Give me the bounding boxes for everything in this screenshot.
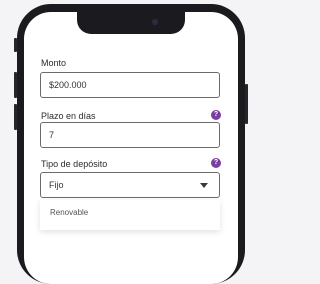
deposit-type-dropdown: Renovable — [40, 200, 220, 230]
term-value: 7 — [49, 130, 55, 140]
deposit-type-selected: Fijo — [49, 180, 64, 190]
term-label: Plazo en días — [41, 111, 96, 121]
phone-screen: Monto $200.000 Plazo en días ? 7 Tipo de… — [24, 12, 238, 284]
dropdown-option-renovable[interactable]: Renovable — [50, 200, 88, 226]
phone-power-button — [245, 84, 248, 124]
amount-value: $200.000 — [49, 80, 87, 90]
deposit-type-select[interactable]: Fijo — [40, 172, 220, 198]
phone-notch — [77, 12, 185, 34]
amount-label: Monto — [41, 58, 67, 68]
term-input[interactable]: 7 — [40, 122, 220, 148]
amount-input[interactable]: $200.000 — [40, 72, 220, 98]
camera-icon — [152, 19, 158, 25]
deposit-type-help-icon[interactable]: ? — [211, 158, 221, 168]
term-help-icon[interactable]: ? — [211, 110, 221, 120]
deposit-type-label: Tipo de depósito — [41, 159, 108, 169]
chevron-down-icon — [200, 183, 208, 188]
